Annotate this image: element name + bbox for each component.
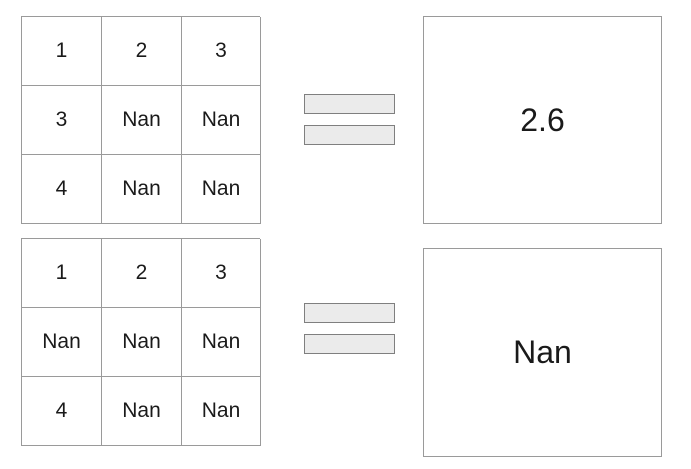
grid-cell: Nan xyxy=(102,377,182,446)
grid-cell: 4 xyxy=(22,155,102,224)
equals-bar xyxy=(304,94,395,114)
grid-cell: Nan xyxy=(102,155,182,224)
grid-cell: Nan xyxy=(102,86,182,155)
equals-bar xyxy=(304,334,395,354)
bottom-result-box: Nan xyxy=(423,248,662,457)
top-input-grid: 1 2 3 3 Nan Nan 4 Nan Nan xyxy=(21,16,261,224)
grid-cell: 3 xyxy=(182,17,261,86)
equals-bar xyxy=(304,125,395,145)
grid-cell: 4 xyxy=(22,377,102,446)
grid-cell: Nan xyxy=(22,308,102,377)
grid-cell: Nan xyxy=(182,377,261,446)
grid-cell: 1 xyxy=(22,239,102,308)
grid-cell: 2 xyxy=(102,239,182,308)
grid-cell: 1 xyxy=(22,17,102,86)
grid-cell: Nan xyxy=(182,86,261,155)
top-equals-sign xyxy=(304,94,395,145)
equals-bar xyxy=(304,303,395,323)
grid-cell: Nan xyxy=(102,308,182,377)
bottom-result-value: Nan xyxy=(513,334,572,370)
grid-cell: 2 xyxy=(102,17,182,86)
grid-cell: 3 xyxy=(22,86,102,155)
grid-cell: Nan xyxy=(182,308,261,377)
grid-cell: 3 xyxy=(182,239,261,308)
top-result-value: 2.6 xyxy=(520,101,565,138)
top-result-box: 2.6 xyxy=(423,16,662,224)
bottom-input-grid: 1 2 3 Nan Nan Nan 4 Nan Nan xyxy=(21,238,261,446)
grid-cell: Nan xyxy=(182,155,261,224)
bottom-equals-sign xyxy=(304,303,395,354)
